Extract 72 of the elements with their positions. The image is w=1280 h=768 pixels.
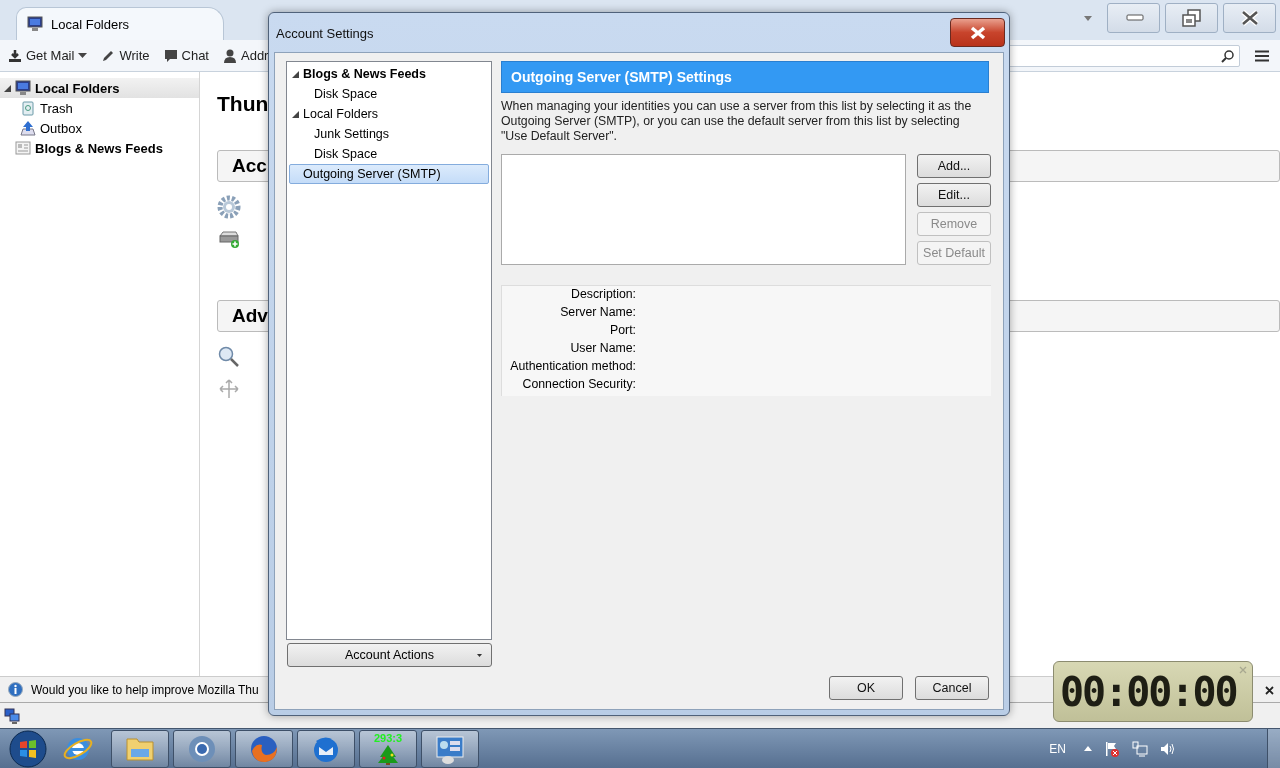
- notification-text: Would you like to help improve Mozilla Thu: [31, 682, 259, 697]
- dropdown-caret-icon[interactable]: [78, 53, 88, 58]
- folder-item[interactable]: Blogs & News Feeds: [0, 138, 199, 158]
- info-icon: [8, 682, 23, 697]
- edit-button[interactable]: Edit...: [917, 183, 991, 207]
- timer-display: 00:00:00: [1060, 668, 1237, 715]
- flag-icon[interactable]: [1104, 740, 1120, 757]
- page-heading: Thun: [217, 92, 269, 116]
- taskbar-app-button[interactable]: [173, 729, 231, 768]
- expand-triangle-icon[interactable]: [4, 84, 11, 92]
- panel-header: Outgoing Server (SMTP) Settings: [501, 61, 989, 93]
- add-button[interactable]: Add...: [917, 154, 991, 178]
- search-icon: [1221, 49, 1234, 63]
- up-arrow-icon[interactable]: [1084, 746, 1092, 751]
- gear-icon: [217, 195, 241, 219]
- start-button[interactable]: [9, 729, 47, 768]
- toolbar-button[interactable]: Chat: [163, 46, 209, 65]
- restore-icon: [1181, 9, 1202, 27]
- tree-item[interactable]: Local Folders: [289, 104, 489, 124]
- toolbar-button[interactable]: Addr: [223, 46, 269, 65]
- close-icon: [1239, 9, 1260, 27]
- pencil-icon: [101, 48, 116, 63]
- arrows-icon: [217, 377, 241, 401]
- chat-bubble-icon: [163, 48, 178, 63]
- toolbar-button[interactable]: Write: [101, 46, 150, 65]
- dropdown-caret-icon: [477, 654, 482, 657]
- field-label: Server Name:: [559, 305, 636, 321]
- feeds-icon: [15, 140, 31, 156]
- language-indicator[interactable]: EN: [1049, 741, 1066, 756]
- close-icon[interactable]: [1265, 686, 1274, 695]
- close-icon: [969, 25, 986, 40]
- computer-icon: [15, 80, 31, 96]
- outbox-icon: [20, 120, 36, 136]
- close-button[interactable]: [950, 18, 1005, 47]
- menu-icon[interactable]: [1255, 50, 1269, 62]
- folder-item[interactable]: Local Folders: [0, 78, 199, 98]
- toolbar-button[interactable]: Get Mail: [8, 46, 75, 65]
- network-icon: [4, 707, 20, 724]
- minimize-button[interactable]: [1107, 3, 1160, 33]
- computer-icon: [27, 16, 43, 32]
- dialog-title: Account Settings: [276, 25, 374, 41]
- ok-button[interactable]: OK: [829, 676, 903, 700]
- download-icon: [8, 48, 22, 63]
- folder-tab[interactable]: Local Folders: [16, 7, 224, 40]
- search-icon: [217, 345, 241, 369]
- field-label: Authentication method:: [509, 359, 636, 375]
- badge-count: 293:3: [372, 731, 404, 744]
- cancel-button[interactable]: Cancel: [915, 676, 989, 700]
- close-button[interactable]: [1223, 3, 1276, 33]
- tree-icon: [377, 743, 399, 766]
- taskbar-app-button[interactable]: [111, 729, 169, 768]
- taskbar-app-button[interactable]: [297, 729, 355, 768]
- tree-item[interactable]: Outgoing Server (SMTP): [289, 164, 489, 184]
- taskbar-app-button[interactable]: [235, 729, 293, 768]
- expand-triangle-icon[interactable]: [292, 110, 299, 118]
- restore-button[interactable]: [1165, 3, 1218, 33]
- show-desktop-button[interactable]: [1267, 729, 1280, 768]
- tree-item[interactable]: Blogs & News Feeds: [289, 64, 489, 84]
- trash-icon: [20, 100, 36, 116]
- network-icon[interactable]: [1132, 740, 1148, 757]
- description-text: When managing your identities you can use a server from this list by selecting it as the Outgoing Server (SMTP), or you can use the default server from this list by selecting "Use Default Server".: [501, 99, 973, 144]
- account-actions-button[interactable]: Account Actions: [287, 643, 492, 667]
- field-label: Description:: [570, 287, 636, 303]
- taskbar-app-button[interactable]: [421, 729, 479, 768]
- field-label: User Name:: [569, 341, 636, 357]
- person-icon: [223, 48, 237, 63]
- tree-item[interactable]: Disk Space: [289, 84, 489, 104]
- field-label: Connection Security:: [521, 377, 636, 393]
- tree-item[interactable]: Junk Settings: [289, 124, 489, 144]
- folder-item[interactable]: Trash: [0, 98, 199, 118]
- folder-item[interactable]: Outbox: [0, 118, 199, 138]
- expand-triangle-icon[interactable]: [292, 70, 299, 78]
